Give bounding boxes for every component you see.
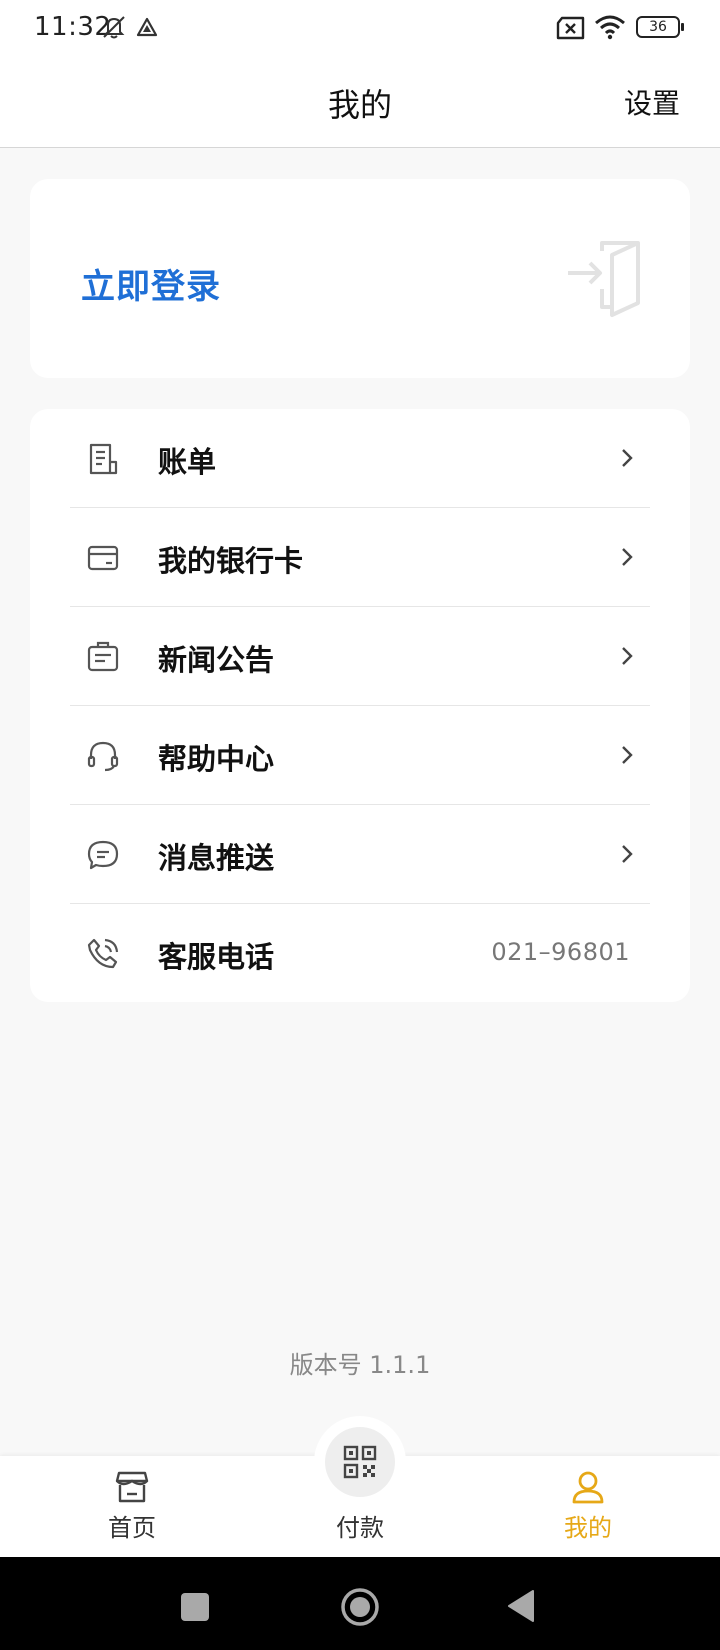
headset-icon <box>87 741 119 772</box>
page-title: 我的 <box>327 86 392 124</box>
menu-card: 账单 我的银行卡 新闻公告 帮助中心 消息推送 客服电话 021–96801 <box>30 409 690 1002</box>
chevron-right-icon <box>622 647 633 665</box>
tab-home[interactable]: 首页 <box>12 1456 252 1557</box>
message-icon <box>87 840 119 870</box>
tab-label: 首页 <box>108 1514 156 1542</box>
menu-item-label: 消息推送 <box>158 841 275 875</box>
menu-item-bill[interactable]: 账单 <box>70 409 650 508</box>
chevron-right-icon <box>622 449 633 467</box>
bank-card-icon <box>87 545 119 571</box>
store-icon <box>115 1471 149 1503</box>
settings-button[interactable]: 设置 <box>624 82 680 122</box>
recent-apps-button[interactable] <box>181 1593 209 1621</box>
login-door-icon <box>568 241 640 317</box>
news-icon <box>87 641 119 672</box>
service-phone-number: 021–96801 <box>491 938 630 966</box>
chevron-right-icon <box>622 548 633 566</box>
back-button-icon[interactable] <box>506 1589 536 1623</box>
tab-mine[interactable]: 我的 <box>468 1456 708 1557</box>
menu-item-bank-card[interactable]: 我的银行卡 <box>70 508 650 607</box>
menu-item-news[interactable]: 新闻公告 <box>70 607 650 706</box>
login-card[interactable]: 立即登录 <box>30 179 690 378</box>
system-nav-bar <box>0 1557 720 1650</box>
tab-label: 我的 <box>564 1514 612 1542</box>
tab-pay[interactable]: 付款 <box>240 1456 480 1557</box>
tab-label: 付款 <box>336 1514 384 1542</box>
battery-icon: 36 <box>636 16 684 38</box>
menu-item-service-phone[interactable]: 客服电话 021–96801 <box>70 904 650 1003</box>
header: 我的 设置 <box>0 56 720 148</box>
no-sim-icon <box>556 16 585 40</box>
phone-icon <box>87 938 119 969</box>
menu-item-help[interactable]: 帮助中心 <box>70 706 650 805</box>
version-label: 版本号 1.1.1 <box>289 1351 431 1379</box>
home-button-icon[interactable] <box>340 1587 380 1627</box>
menu-item-label: 客服电话 <box>158 940 275 974</box>
user-icon <box>572 1471 604 1504</box>
login-link[interactable]: 立即登录 <box>81 259 221 308</box>
location-icon <box>136 17 158 37</box>
wifi-icon <box>595 15 625 40</box>
menu-item-label: 新闻公告 <box>158 643 275 677</box>
chevron-right-icon <box>622 845 633 863</box>
chevron-right-icon <box>622 746 633 764</box>
battery-level: 36 <box>649 19 667 35</box>
mute-icon <box>103 16 125 39</box>
bill-icon <box>89 443 118 475</box>
menu-item-label: 账单 <box>158 445 217 479</box>
status-bar: 11:32 36 <box>0 0 720 56</box>
page: 11:32 36 我的 设置 立即登录 账单 我的银行卡 新闻公告 帮助中心 消… <box>0 0 720 1650</box>
menu-item-message[interactable]: 消息推送 <box>70 805 650 904</box>
menu-item-label: 帮助中心 <box>158 742 275 776</box>
menu-item-label: 我的银行卡 <box>158 544 304 578</box>
